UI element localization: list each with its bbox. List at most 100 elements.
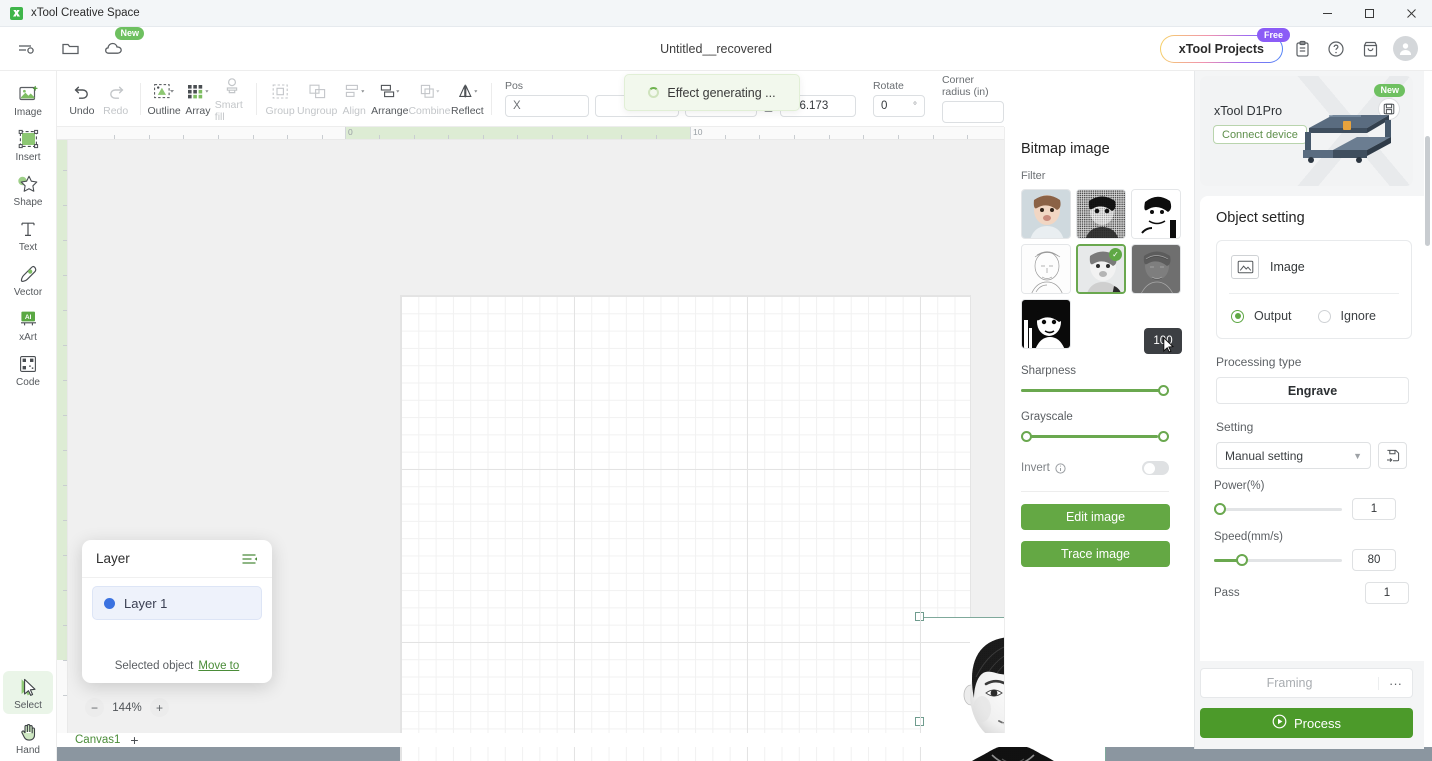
- sidebar-item-insert[interactable]: Insert: [3, 123, 53, 166]
- help-icon[interactable]: [1321, 34, 1351, 64]
- ungroup-label: Ungroup: [297, 104, 338, 117]
- undo-button[interactable]: Undo: [65, 73, 99, 125]
- arrange-button[interactable]: Arrange: [371, 73, 408, 125]
- canvas-board[interactable]: [401, 296, 1111, 761]
- grayscale-max-handle[interactable]: [1158, 431, 1169, 442]
- sidebar-item-xart[interactable]: AI xArt: [3, 303, 53, 346]
- filter-grayscale[interactable]: ✓: [1076, 244, 1126, 294]
- corner-radius-group: Corner radius (in): [941, 74, 1004, 123]
- filter-original[interactable]: [1021, 189, 1071, 239]
- speed-slider[interactable]: [1214, 554, 1342, 566]
- zoom-level: 144%: [112, 701, 142, 714]
- more-dots-icon[interactable]: ···: [1378, 676, 1412, 690]
- connect-device-button[interactable]: Connect device: [1213, 125, 1307, 144]
- ungroup-button[interactable]: Ungroup: [297, 73, 337, 125]
- horizontal-ruler[interactable]: 0 10: [57, 127, 1004, 140]
- redo-button[interactable]: Redo: [99, 73, 133, 125]
- filter-high-contrast[interactable]: [1131, 189, 1181, 239]
- list-item[interactable]: Layer 1: [92, 586, 262, 620]
- processing-type-engrave-button[interactable]: Engrave: [1216, 377, 1409, 404]
- panel-scrollbar[interactable]: [1425, 136, 1430, 246]
- trace-image-button[interactable]: Trace image: [1021, 541, 1170, 567]
- layer-panel-title: Layer: [96, 551, 130, 566]
- insert-shape-icon: [18, 128, 39, 150]
- align-button[interactable]: Align: [337, 73, 371, 125]
- info-icon[interactable]: [1055, 462, 1066, 474]
- smart-fill-button[interactable]: Smart fill: [215, 73, 249, 125]
- vertical-ruler[interactable]: [57, 140, 68, 733]
- ignore-radio[interactable]: [1317, 309, 1331, 323]
- combine-button[interactable]: Combine: [408, 73, 450, 125]
- speed-slider-handle[interactable]: [1236, 554, 1248, 566]
- reflect-label: Reflect: [451, 104, 484, 117]
- toast-text: Effect generating ...: [667, 85, 776, 100]
- pass-value[interactable]: 1: [1365, 582, 1409, 604]
- speed-label: Speed(mm/s): [1214, 531, 1284, 543]
- power-param: Power(%) 1: [1214, 480, 1409, 520]
- layer-options-icon[interactable]: [242, 552, 258, 566]
- grayscale-min-handle[interactable]: [1021, 431, 1032, 442]
- maximize-button[interactable]: [1348, 0, 1390, 27]
- move-to-link[interactable]: Move to: [198, 660, 239, 672]
- layer-panel: Layer Layer 1 Selected object Move to: [82, 540, 272, 683]
- cloud-icon[interactable]: New: [96, 26, 144, 65]
- rotate-input[interactable]: 0 °: [872, 95, 925, 117]
- filter-label: Filter: [1021, 170, 1046, 182]
- store-bag-icon[interactable]: [1355, 34, 1385, 64]
- outline-button[interactable]: Outline: [147, 73, 181, 125]
- layer-color-dot[interactable]: [104, 597, 115, 609]
- filter-selected-check-icon: ✓: [1109, 248, 1122, 261]
- corner-radius-input[interactable]: [941, 101, 1004, 123]
- zoom-in-button[interactable]: +: [150, 698, 169, 717]
- sidebar-item-hand[interactable]: Hand: [3, 716, 53, 759]
- sidebar-item-image[interactable]: Image: [3, 78, 53, 121]
- edit-image-button[interactable]: Edit image: [1021, 504, 1170, 530]
- sidebar-item-vector[interactable]: Vector: [3, 258, 53, 301]
- menu-list-icon[interactable]: [8, 33, 44, 65]
- close-button[interactable]: [1390, 0, 1432, 27]
- array-button[interactable]: Array: [181, 73, 215, 125]
- sidebar-item-code[interactable]: Code: [3, 348, 53, 391]
- process-button[interactable]: Process: [1200, 708, 1413, 738]
- object-setting-card: Object setting Image Output Ignore Proce…: [1200, 196, 1426, 661]
- add-canvas-button[interactable]: +: [130, 733, 138, 747]
- output-radio[interactable]: [1231, 309, 1244, 323]
- undo-icon: [73, 81, 91, 103]
- grayscale-range-slider[interactable]: [1021, 431, 1169, 442]
- clipboard-icon[interactable]: [1287, 34, 1317, 64]
- avatar[interactable]: [1393, 36, 1418, 61]
- free-badge: Free: [1256, 27, 1290, 42]
- group-button[interactable]: Group: [263, 73, 297, 125]
- folder-icon[interactable]: [52, 33, 88, 65]
- setting-select[interactable]: Manual setting ▼: [1216, 442, 1371, 469]
- position-x-input[interactable]: X: [504, 95, 589, 117]
- reflect-button[interactable]: Reflect: [450, 73, 484, 125]
- ungroup-icon: [308, 81, 327, 103]
- ignore-label: Ignore: [1340, 309, 1376, 323]
- tab-canvas1[interactable]: Canvas1: [75, 734, 120, 746]
- power-slider[interactable]: [1214, 503, 1342, 515]
- filter-sketch[interactable]: [1021, 244, 1071, 294]
- minimize-button[interactable]: [1306, 0, 1348, 27]
- device-card[interactable]: New xTool D1Pro Connect device: [1200, 76, 1413, 186]
- resize-handle-top-left[interactable]: [915, 612, 924, 621]
- resize-handle-middle-left[interactable]: [915, 716, 924, 726]
- power-slider-handle[interactable]: [1214, 503, 1226, 515]
- invert-toggle[interactable]: [1142, 461, 1169, 475]
- zoom-out-button[interactable]: −: [85, 698, 104, 717]
- sidebar-item-text[interactable]: Text: [3, 213, 53, 256]
- sharpness-slider-handle[interactable]: [1158, 385, 1169, 396]
- filter-halftone[interactable]: [1076, 189, 1126, 239]
- filter-stencil[interactable]: [1021, 299, 1071, 349]
- sidebar-item-vector-label: Vector: [13, 287, 43, 298]
- filter-relief[interactable]: [1131, 244, 1181, 294]
- framing-button[interactable]: Framing: [1201, 676, 1378, 690]
- device-name: xTool D1Pro: [1214, 104, 1283, 118]
- power-value[interactable]: 1: [1352, 498, 1396, 520]
- sharpness-slider[interactable]: [1021, 385, 1169, 396]
- xtool-projects-button[interactable]: xTool Projects Free: [1160, 27, 1290, 63]
- sidebar-item-select[interactable]: Select: [3, 671, 53, 714]
- save-setting-icon[interactable]: [1378, 442, 1407, 469]
- speed-value[interactable]: 80: [1352, 549, 1396, 571]
- sidebar-item-shape[interactable]: Shape: [3, 168, 53, 211]
